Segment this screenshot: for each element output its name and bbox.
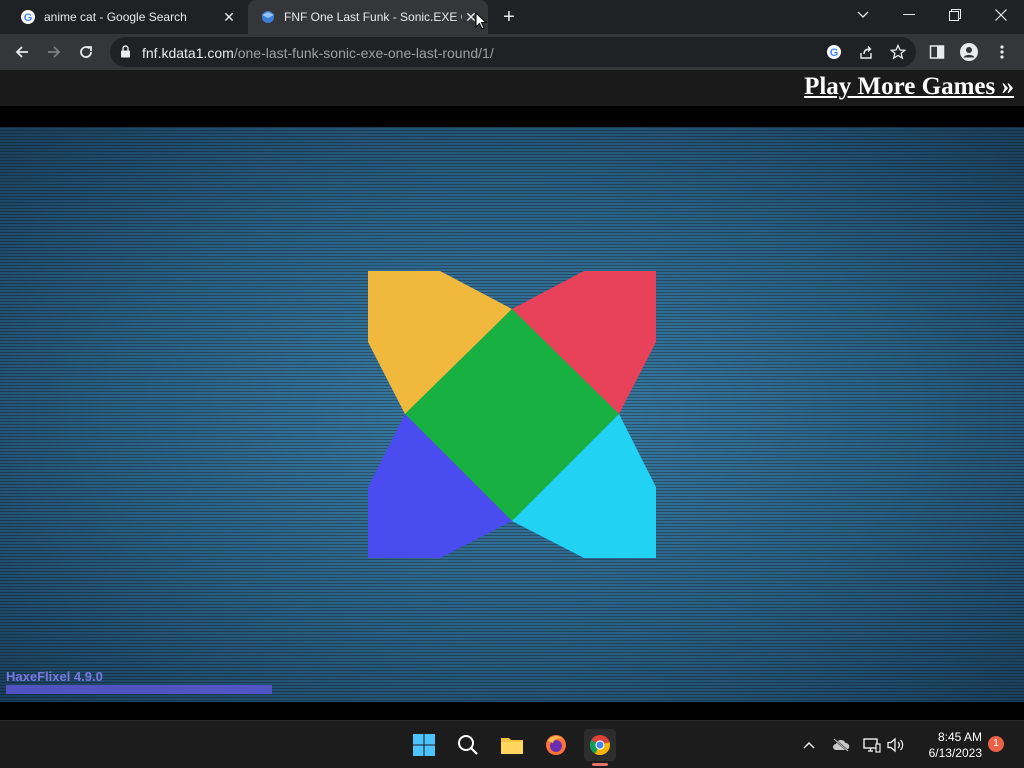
browser-toolbar: fnf.kdata1.com/one-last-funk-sonic-exe-o…	[0, 34, 1024, 70]
chrome-icon[interactable]	[584, 729, 616, 761]
svg-text:G: G	[830, 47, 839, 59]
bookmark-star-icon[interactable]	[888, 42, 908, 62]
minimize-button[interactable]	[886, 0, 932, 30]
site-header: Play More Games »	[0, 70, 1024, 106]
windows-start-icon[interactable]	[408, 729, 440, 761]
mouse-cursor-icon	[475, 12, 487, 30]
reload-button[interactable]	[72, 38, 100, 66]
windows-taskbar: 8:45 AM 6/13/2023	[0, 720, 1024, 768]
share-icon[interactable]	[856, 42, 876, 62]
url-text: fnf.kdata1.com/one-last-funk-sonic-exe-o…	[142, 45, 494, 61]
sonic-favicon-icon	[260, 9, 276, 25]
loading-progress-bar	[6, 685, 272, 694]
file-explorer-icon[interactable]	[496, 729, 528, 761]
back-button[interactable]	[8, 38, 36, 66]
url-path: /one-last-funk-sonic-exe-one-last-round/…	[233, 45, 494, 61]
google-lens-icon[interactable]: G	[824, 42, 844, 62]
close-window-button[interactable]	[978, 0, 1024, 30]
forward-button[interactable]	[40, 38, 68, 66]
tab-search-icon[interactable]	[840, 0, 886, 30]
network-icon[interactable]	[862, 735, 882, 755]
game-canvas[interactable]: HaxeFlixel 4.9.0	[0, 127, 1024, 702]
tab-fnf-game[interactable]: FNF One Last Funk - Sonic.EXE One Last R…	[248, 0, 488, 34]
onedrive-cloud-icon[interactable]	[831, 735, 851, 755]
active-app-indicator	[592, 763, 608, 766]
url-domain: fnf.kdata1.com	[142, 45, 234, 61]
notification-badge[interactable]: 1	[988, 736, 1004, 752]
menu-kebab-icon[interactable]	[989, 39, 1015, 65]
svg-text:G: G	[24, 12, 33, 24]
tab-strip: G anime cat - Google Search ✕ FNF One La…	[0, 0, 1024, 34]
new-tab-button[interactable]: +	[497, 6, 521, 28]
haxeflixel-logo	[368, 271, 656, 558]
side-panel-icon[interactable]	[924, 39, 950, 65]
close-tab-icon[interactable]: ✕	[220, 8, 238, 26]
firefox-icon[interactable]	[540, 729, 572, 761]
lock-icon[interactable]	[120, 45, 131, 63]
profile-avatar-icon[interactable]	[956, 39, 982, 65]
address-bar[interactable]: fnf.kdata1.com/one-last-funk-sonic-exe-o…	[110, 37, 916, 67]
search-icon[interactable]	[452, 729, 484, 761]
restore-button[interactable]	[932, 0, 978, 30]
google-icon: G	[20, 9, 36, 25]
web-page: Play More Games » HaxeFlixel 4.9.0	[0, 70, 1024, 720]
taskbar-clock[interactable]: 8:45 AM 6/13/2023	[916, 729, 982, 761]
show-hidden-icons-chevron-icon[interactable]	[799, 735, 819, 755]
tab-google-search[interactable]: G anime cat - Google Search ✕	[8, 0, 246, 34]
play-more-games-link[interactable]: Play More Games »	[804, 73, 1014, 101]
clock-time: 8:45 AM	[937, 730, 982, 744]
engine-version-label: HaxeFlixel 4.9.0	[6, 669, 103, 684]
tab-title: FNF One Last Funk - Sonic.EXE One Last R…	[284, 10, 462, 24]
volume-icon[interactable]	[886, 735, 906, 755]
tab-title: anime cat - Google Search	[44, 10, 187, 24]
clock-date: 6/13/2023	[928, 746, 982, 760]
